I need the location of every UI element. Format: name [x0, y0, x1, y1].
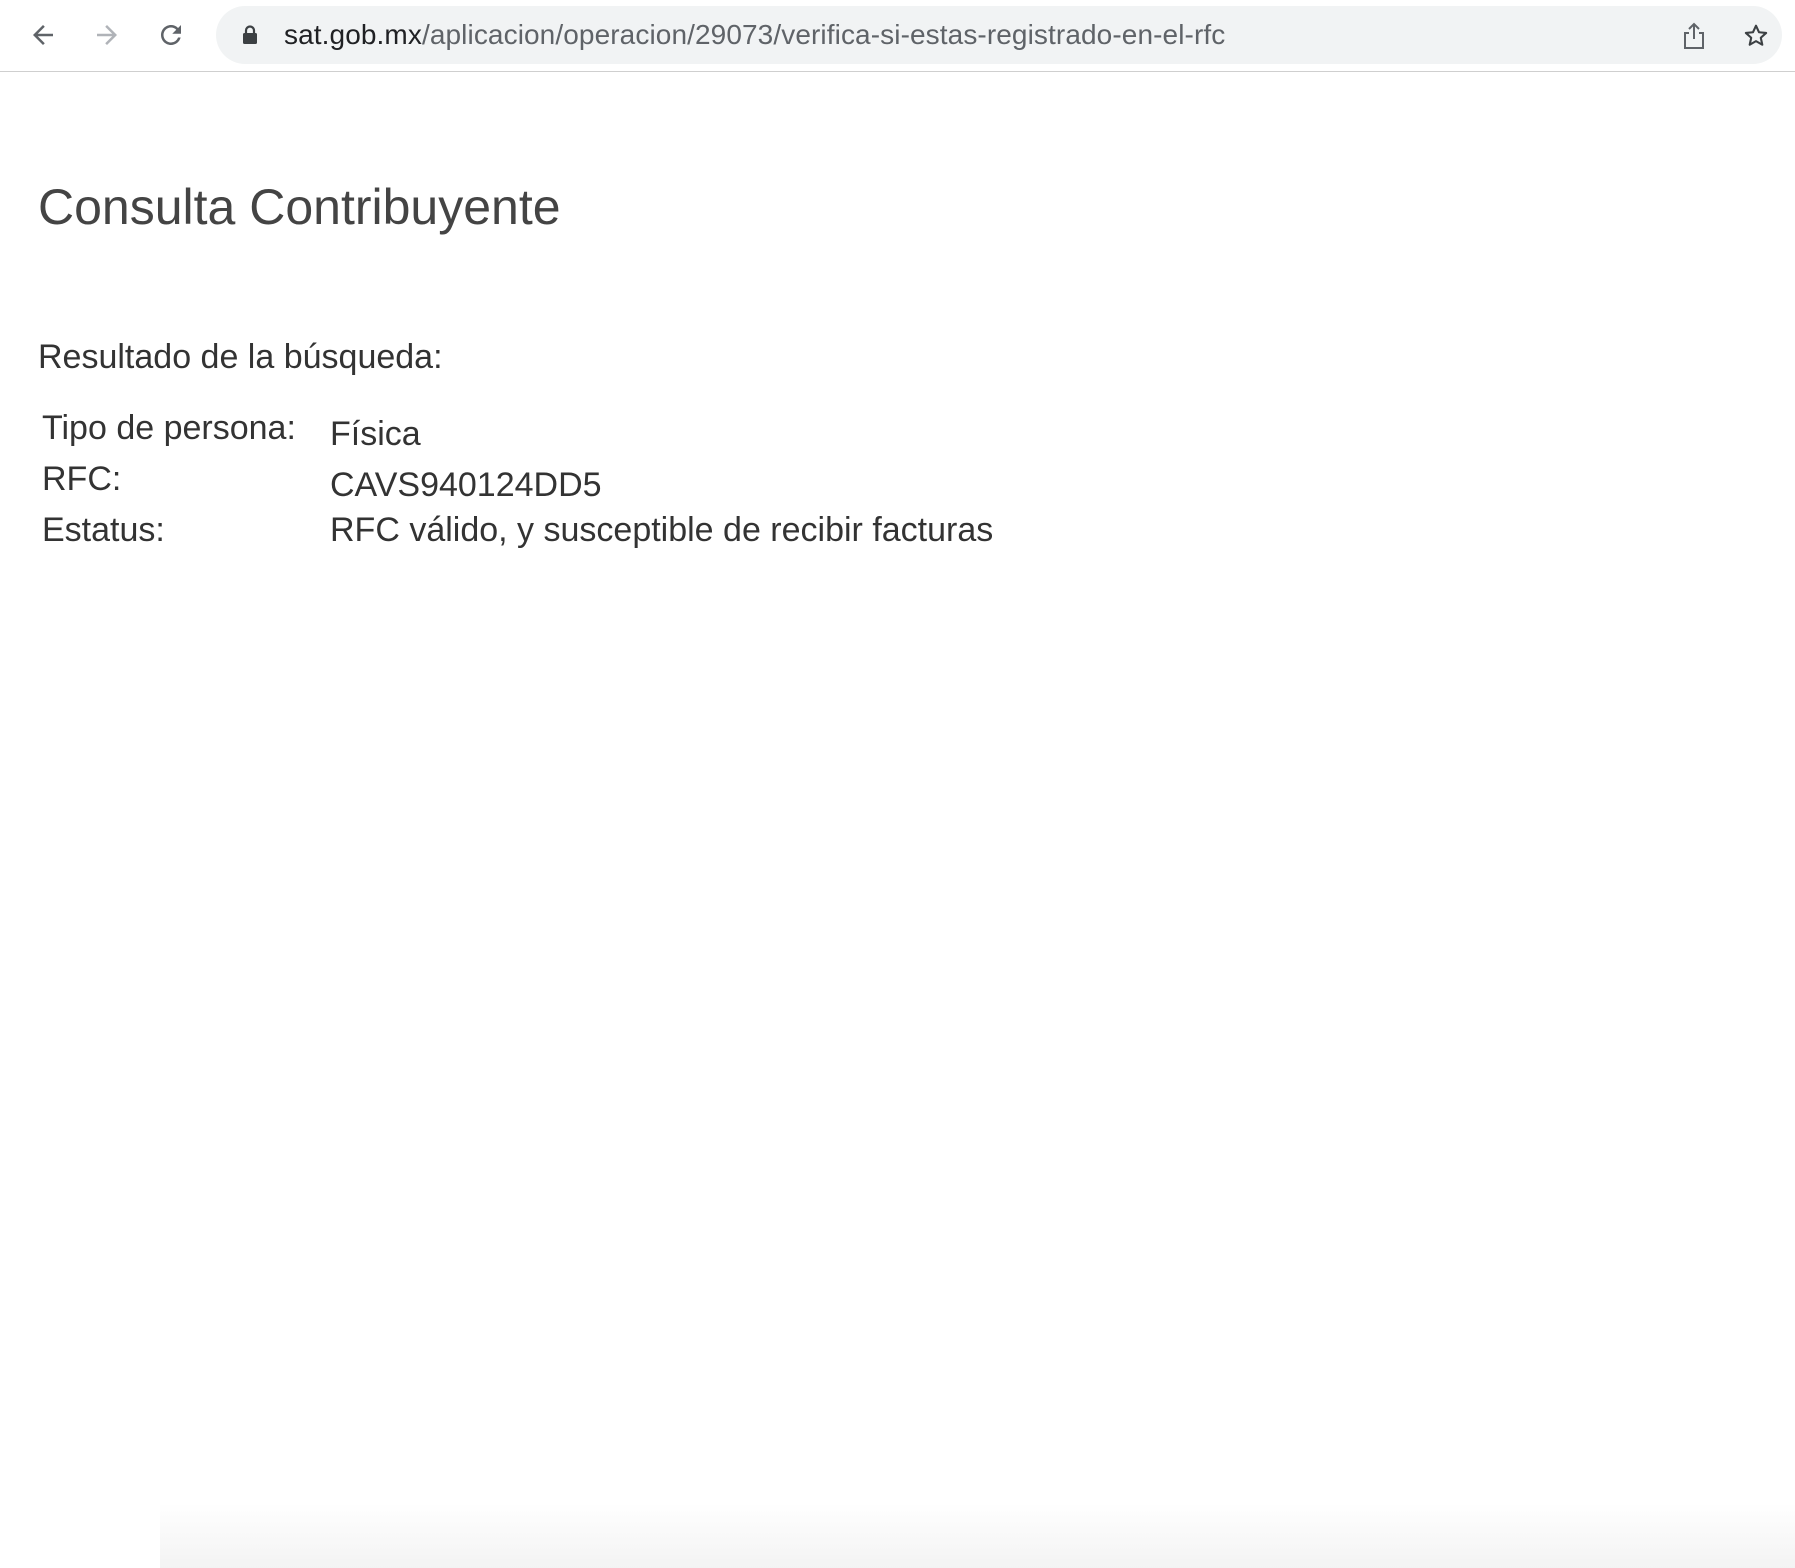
reload-icon: [156, 20, 186, 50]
forward-button[interactable]: [84, 12, 130, 58]
forward-arrow-icon: [92, 20, 122, 50]
url-host: sat.gob.mx: [284, 19, 422, 50]
share-icon[interactable]: [1678, 20, 1710, 52]
page-title: Consulta Contribuyente: [38, 179, 561, 235]
person-type-value: Física: [330, 415, 421, 453]
bookmark-star-icon[interactable]: [1740, 20, 1772, 52]
url-text[interactable]: sat.gob.mx/aplicacion/operacion/29073/ve…: [284, 6, 1225, 64]
bottom-shadow: [160, 1503, 1795, 1568]
result-heading: Resultado de la búsqueda:: [38, 338, 443, 376]
lock-icon[interactable]: [242, 25, 258, 50]
address-bar[interactable]: sat.gob.mx/aplicacion/operacion/29073/ve…: [216, 6, 1782, 64]
status-label: Estatus:: [42, 511, 165, 549]
page-content: Consulta Contribuyente Resultado de la b…: [0, 73, 1795, 1568]
rfc-value: CAVS940124DD5: [330, 466, 602, 504]
rfc-label: RFC:: [42, 460, 122, 498]
person-type-label: Tipo de persona:: [42, 409, 296, 447]
browser-toolbar: sat.gob.mx/aplicacion/operacion/29073/ve…: [0, 0, 1795, 72]
status-value: RFC válido, y susceptible de recibir fac…: [330, 511, 994, 549]
back-arrow-icon: [28, 20, 58, 50]
back-button[interactable]: [20, 12, 66, 58]
reload-button[interactable]: [148, 12, 194, 58]
url-path: /aplicacion/operacion/29073/verifica-si-…: [421, 19, 1226, 50]
